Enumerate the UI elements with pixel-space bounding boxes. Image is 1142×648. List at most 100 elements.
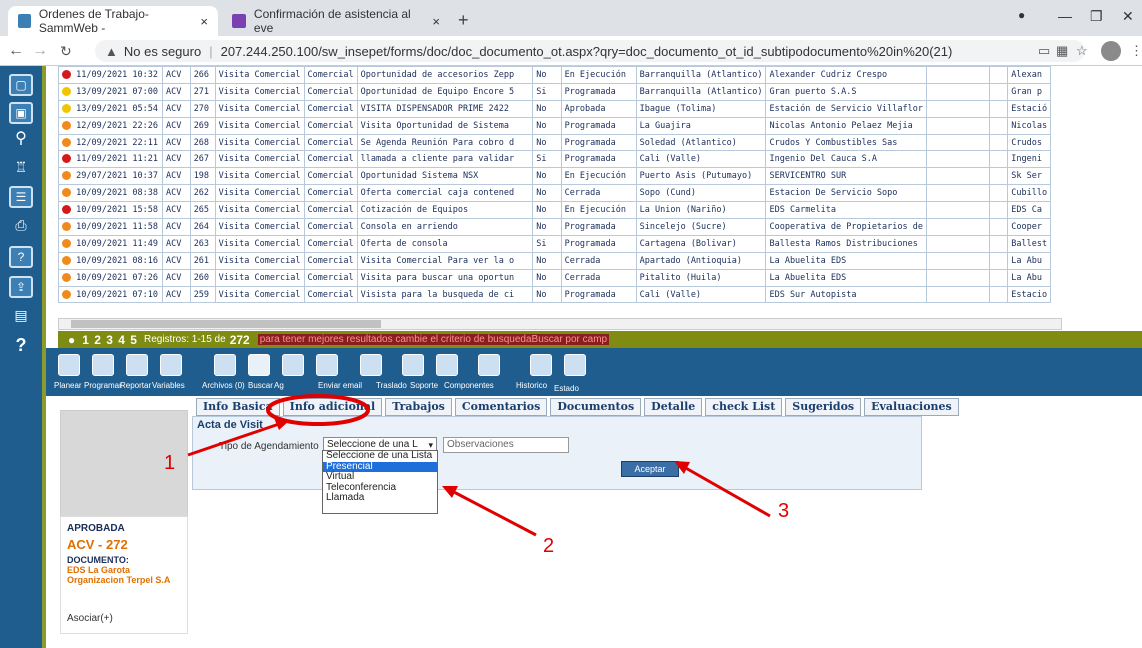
reportar-icon[interactable] xyxy=(126,354,148,376)
profile-dot-icon[interactable]: ● xyxy=(1018,8,1025,22)
option-seleccione[interactable]: Seleccione de una Lista xyxy=(323,450,437,462)
cell-text: En Ejecución xyxy=(564,205,626,216)
agenda-icon[interactable] xyxy=(282,354,304,376)
close-window-icon[interactable]: ✕ xyxy=(1122,8,1134,25)
browser-tab-ordenes[interactable]: Ordenes de Trabajo-SammWeb - × xyxy=(8,6,218,36)
table-row[interactable]: 10/09/2021 11:49 ACV 263 Visita Comercial Co… xyxy=(58,234,1062,253)
acta-panel: Acta de Visit Tipo de Agendamiento Selec… xyxy=(192,416,922,490)
table-row[interactable]: 10/09/2021 07:10 ACV 259 Visita Comercial Co… xyxy=(58,285,1062,304)
tab-detalle[interactable]: Detalle xyxy=(644,398,703,416)
cast-icon[interactable]: ▭ xyxy=(1038,43,1050,59)
aceptar-button[interactable]: Aceptar xyxy=(621,461,679,477)
historico-label[interactable]: Historico xyxy=(516,381,547,390)
tab-documentos[interactable]: Documentos xyxy=(550,398,642,416)
soporte-icon[interactable] xyxy=(436,354,458,376)
componentes-icon[interactable] xyxy=(478,354,500,376)
print-icon[interactable]: ⎙ xyxy=(9,216,33,238)
search-icon[interactable]: ⚲ xyxy=(9,130,33,152)
extension-icon[interactable]: ▦ xyxy=(1056,43,1068,59)
calendar-icon[interactable] xyxy=(316,354,338,376)
reload-icon[interactable]: ↻ xyxy=(60,43,72,60)
table-row[interactable]: 11/09/2021 11:21 ACV 267 Visita Comercial Co… xyxy=(58,150,1062,169)
table-row[interactable]: 10/09/2021 08:38 ACV 262 Visita Comercial Co… xyxy=(58,184,1062,203)
cell-empty xyxy=(989,167,1009,186)
bookmark-star-icon[interactable]: ☆ xyxy=(1076,43,1088,59)
tab-trabajos[interactable]: Trabajos xyxy=(385,398,452,416)
table-row[interactable]: 10/09/2021 08:16 ACV 261 Visita Comercial Co… xyxy=(58,251,1062,270)
table-row[interactable]: 13/09/2021 05:54 ACV 270 Visita Comercial Co… xyxy=(58,99,1062,118)
agenda-label[interactable]: Ag xyxy=(274,381,284,390)
archivos-icon[interactable] xyxy=(214,354,236,376)
clear-icon[interactable]: ♖ xyxy=(9,158,33,180)
scrollbar-thumb[interactable] xyxy=(71,320,381,328)
buscar-label[interactable]: Buscar xyxy=(248,381,273,390)
minimize-icon[interactable]: — xyxy=(1058,8,1072,24)
soporte-label[interactable]: Soporte xyxy=(410,381,438,390)
table-row[interactable]: 12/09/2021 22:26 ACV 269 Visita Comercial Co… xyxy=(58,116,1062,135)
buscar-icon[interactable] xyxy=(248,354,270,376)
help-icon[interactable]: ? xyxy=(9,336,33,358)
cell-area: Comercial xyxy=(303,234,358,253)
tab-sugeridos[interactable]: Sugeridos xyxy=(785,398,862,416)
table-row[interactable]: 13/09/2021 07:00 ACV 271 Visita Comercial Co… xyxy=(58,82,1062,101)
cell-date: 10/09/2021 15:58 xyxy=(58,201,164,220)
tab-comentarios[interactable]: Comentarios xyxy=(454,398,548,416)
cell-text: Cali (Valle) xyxy=(639,289,702,300)
close-tab-icon[interactable]: × xyxy=(200,14,208,29)
menu-icon[interactable]: ⋮ xyxy=(1130,43,1142,59)
componentes-label[interactable]: Componentes xyxy=(444,381,494,390)
grid-icon[interactable]: ▤ xyxy=(9,306,33,328)
profile-avatar[interactable] xyxy=(1101,41,1121,61)
tab-info-basica[interactable]: Info Basica xyxy=(196,398,280,416)
historico-icon[interactable] xyxy=(530,354,552,376)
tab-info-adicional[interactable]: Info adicional xyxy=(282,398,383,416)
variables-label[interactable]: Variables xyxy=(152,381,185,390)
page-links[interactable]: 1 2 3 4 5 xyxy=(82,333,138,347)
cell-text: 260 xyxy=(193,272,210,283)
traslado-icon[interactable] xyxy=(402,354,424,376)
archivos-label[interactable]: Archivos (0) xyxy=(202,381,245,390)
planear-label[interactable]: Planear xyxy=(54,381,82,390)
forward-icon[interactable]: → xyxy=(32,42,48,60)
cell-empty xyxy=(925,150,991,169)
url-input[interactable]: ▲ No es seguro | 207.244.250.100/sw_inse… xyxy=(95,40,1085,62)
sammweb-favicon-icon xyxy=(18,14,31,28)
export-icon[interactable]: ⇪ xyxy=(9,276,33,298)
option-llamada[interactable]: Llamada xyxy=(323,493,437,504)
traslado-label[interactable]: Traslado xyxy=(376,381,407,390)
enviar-email-label[interactable]: Enviar email xyxy=(318,381,362,390)
browser-tab-confirmacion[interactable]: Confirmación de asistencia al eve × xyxy=(222,6,450,36)
horizontal-scrollbar[interactable] xyxy=(58,318,1062,330)
tab-evaluaciones[interactable]: Evaluaciones xyxy=(864,398,959,416)
restore-icon[interactable]: ❐ xyxy=(1090,8,1103,25)
programar-label[interactable]: Programar xyxy=(84,381,122,390)
table-row[interactable]: 10/09/2021 11:58 ACV 264 Visita Comercial Co… xyxy=(58,218,1062,236)
cell-text: Cartagena (Bolivar) xyxy=(639,238,737,249)
reportar-label[interactable]: Reportar xyxy=(120,381,151,390)
programar-icon[interactable] xyxy=(92,354,114,376)
variables-icon[interactable] xyxy=(160,354,182,376)
table-row[interactable]: 29/07/2021 10:37 ACV 198 Visita Comercial Co… xyxy=(58,167,1062,186)
new-tab-button[interactable]: + xyxy=(458,10,469,31)
planear-icon[interactable] xyxy=(58,354,80,376)
list-icon[interactable]: ☰ xyxy=(9,186,33,208)
cell-text: Oferta comercial caja contened xyxy=(360,188,515,199)
tab-check-list[interactable]: check List xyxy=(705,398,783,416)
close-tab-icon[interactable]: × xyxy=(432,14,440,29)
back-icon[interactable]: ← xyxy=(8,42,24,60)
estado-label[interactable]: Estado xyxy=(554,384,579,393)
estado-icon[interactable] xyxy=(564,354,586,376)
pager-bar: ● 1 2 3 4 5 Registros: 1-15 de 272 para … xyxy=(58,331,1142,348)
new-document-icon[interactable]: ▢ xyxy=(9,74,33,96)
help-panel-icon[interactable]: ? xyxy=(9,246,33,268)
play-icon[interactable]: ● xyxy=(68,333,76,347)
table-row[interactable]: 11/09/2021 10:32 ACV 266 Visita Comercial Co… xyxy=(58,66,1062,84)
cell-text: Programada xyxy=(564,289,616,300)
table-row[interactable]: 12/09/2021 22:11 ACV 268 Visita Comercial Co… xyxy=(58,133,1062,152)
associate-link[interactable]: Asociar(+) xyxy=(67,613,113,624)
email-icon[interactable] xyxy=(360,354,382,376)
save-icon[interactable]: ▣ xyxy=(9,102,33,124)
table-row[interactable]: 10/09/2021 07:26 ACV 260 Visita Comercial Co… xyxy=(58,268,1062,287)
table-row[interactable]: 10/09/2021 15:58 ACV 265 Visita Comercial Co… xyxy=(58,201,1062,220)
observaciones-input[interactable]: Observaciones xyxy=(443,437,569,453)
